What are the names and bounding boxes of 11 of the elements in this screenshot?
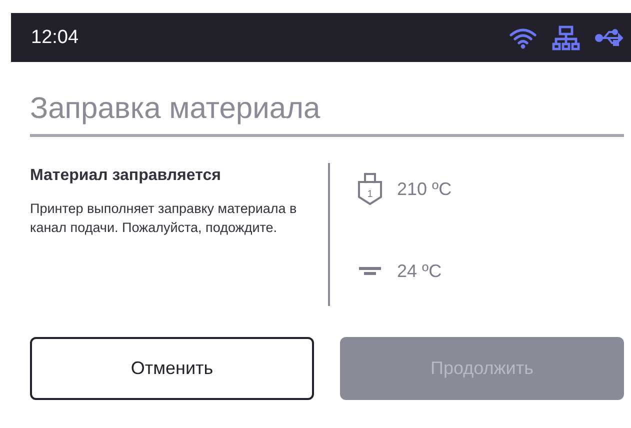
network-icon — [552, 24, 580, 50]
clock-time: 12:04 — [31, 26, 79, 48]
temperature-reading: 24 ºC — [397, 260, 442, 282]
cancel-button[interactable]: Отменить — [30, 337, 314, 400]
status-message: Принтер выполняет заправку материала в канал подачи. Пожалуйста, подождите. — [30, 200, 298, 237]
wifi-icon — [509, 26, 537, 48]
status-heading: Материал заправляется — [30, 167, 222, 185]
temperature-reading: 210 ºC — [397, 178, 452, 200]
usb-icon — [595, 28, 623, 48]
page-title: Заправка материала — [30, 92, 624, 137]
heated-bed-icon — [357, 266, 383, 276]
